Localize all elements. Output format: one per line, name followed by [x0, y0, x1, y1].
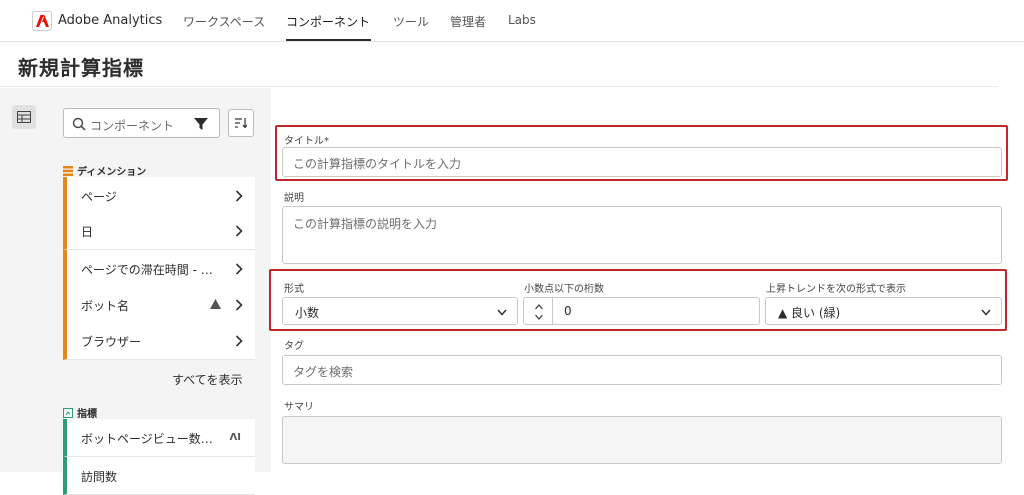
search-placeholder: コンポーネント	[90, 119, 175, 133]
nav-labs[interactable]: Labs	[508, 13, 536, 27]
dimension-item-browser[interactable]: ブラウザー	[63, 322, 255, 360]
app-name[interactable]: Adobe Analytics	[58, 13, 162, 28]
metric-icon	[63, 407, 73, 418]
list-item-label: ボット名	[81, 299, 130, 313]
page-header: 新規計算指標	[0, 43, 998, 87]
page-title: 新規計算指標	[18, 56, 144, 80]
nav-tools[interactable]: ツール	[393, 13, 429, 30]
dimensions-heading: ディメンション	[63, 163, 146, 178]
highlight-title-box	[275, 125, 1008, 181]
components-panel-icon[interactable]	[12, 105, 36, 129]
summary-box	[282, 416, 1002, 464]
description-placeholder: この計算指標の説明を入力	[293, 217, 438, 231]
metrics-heading-label: 指標	[77, 409, 97, 420]
list-item-label: ボットページビュー数…	[81, 432, 213, 446]
description-label: 説明	[284, 193, 304, 204]
dimension-item-page[interactable]: ページ	[63, 177, 255, 215]
active-tab-indicator	[286, 39, 371, 41]
chevron-right-icon[interactable]	[235, 190, 243, 202]
dimension-item-bot-name[interactable]: ボット名	[63, 286, 255, 324]
dimension-icon	[63, 165, 73, 176]
left-rail	[0, 88, 48, 472]
metric-item-visits[interactable]: 訪問数	[63, 457, 255, 495]
chevron-right-icon[interactable]	[235, 335, 243, 347]
sort-button[interactable]	[228, 109, 254, 137]
nav-admin[interactable]: 管理者	[450, 13, 486, 30]
filter-icon[interactable]	[194, 117, 208, 131]
metric-item-bot-pageviews[interactable]: ボットページビュー数… ΛΙ	[63, 419, 255, 457]
search-icon	[72, 117, 86, 131]
summary-label: サマリ	[284, 402, 314, 413]
adobe-logo-icon[interactable]	[32, 11, 52, 31]
chevron-right-icon[interactable]	[235, 263, 243, 275]
list-item-label: ページでの滞在時間 - …	[81, 263, 213, 277]
show-all-dimensions-link[interactable]: すべてを表示	[172, 371, 242, 388]
chevron-right-icon[interactable]	[235, 225, 243, 237]
tags-label: タグ	[284, 341, 304, 352]
sort-icon	[235, 118, 247, 128]
list-item-label: ページ	[81, 190, 117, 204]
dimensions-heading-label: ディメンション	[77, 167, 147, 178]
chevron-right-icon[interactable]	[235, 299, 243, 311]
highlight-format-box	[269, 269, 1007, 331]
nav-workspace[interactable]: ワークスペース	[183, 13, 265, 30]
top-nav: Adobe Analytics ワークスペース コンポーネント ツール 管理者 …	[0, 0, 1024, 42]
tags-search-input[interactable]: タグを検索	[282, 355, 1002, 385]
component-search-input[interactable]: コンポーネント	[63, 108, 220, 138]
warning-icon	[210, 299, 221, 309]
metrics-heading: 指標	[63, 405, 97, 420]
list-item-label: 日	[81, 225, 94, 239]
nav-components[interactable]: コンポーネント	[286, 13, 370, 30]
dimension-item-day[interactable]: 日	[63, 212, 255, 250]
adobe-metric-icon: ΛΙ	[229, 432, 241, 443]
description-textarea[interactable]: この計算指標の説明を入力	[282, 206, 1002, 264]
tags-placeholder: タグを検索	[293, 365, 354, 379]
list-item-label: ブラウザー	[81, 335, 142, 349]
dimension-item-time-on-page[interactable]: ページでの滞在時間 - …	[63, 250, 255, 288]
list-item-label: 訪問数	[81, 470, 118, 484]
